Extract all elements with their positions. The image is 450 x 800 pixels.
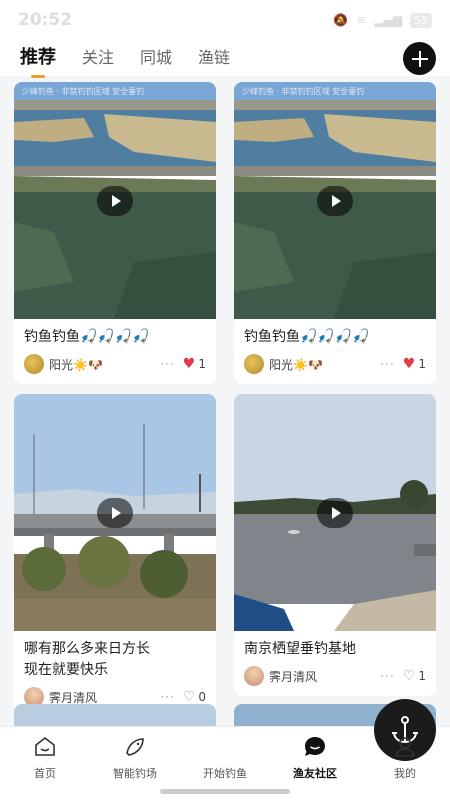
- post-feed[interactable]: 少峰钓鱼 · 非禁钓钓区域 安全垂钓 钓鱼钓鱼🎣🎣🎣🎣 阳光☀️🐶 ··· ♥ …: [0, 76, 450, 726]
- video-watermark: 少峰钓鱼 · 非禁钓钓区域 安全垂钓: [242, 87, 365, 96]
- tab-local[interactable]: 同城: [140, 44, 172, 72]
- nav-community[interactable]: 渔友社区: [270, 733, 360, 781]
- post-meta: 阳光☀️🐶 ··· ♥ 1: [14, 348, 216, 384]
- author-name[interactable]: 阳光☀️🐶: [49, 356, 103, 373]
- more-icon[interactable]: ···: [380, 669, 394, 683]
- post-card[interactable]: 南京栖望垂钓基地 霁月清风 ··· ♡ 1: [234, 394, 436, 696]
- video-watermark: 少峰钓鱼 · 非禁钓钓区域 安全垂钓: [22, 87, 145, 96]
- avatar[interactable]: [24, 354, 44, 374]
- chat-icon: [301, 733, 329, 761]
- heart-icon[interactable]: ♥: [403, 356, 416, 372]
- signal-icon: ▂▄▆: [374, 13, 402, 27]
- profile-icon: [391, 733, 419, 761]
- nav-community-label: 渔友社区: [293, 767, 337, 780]
- more-icon[interactable]: ···: [160, 357, 174, 371]
- post-title[interactable]: 钓鱼钓鱼🎣🎣🎣🎣: [14, 319, 216, 348]
- nav-start-fishing[interactable]: 开始钓鱼: [180, 699, 436, 781]
- post-card[interactable]: 少峰钓鱼 · 非禁钓钓区域 安全垂钓 钓鱼钓鱼🎣🎣🎣🎣 阳光☀️🐶 ··· ♥ …: [14, 82, 216, 384]
- post-meta: 霁月清风 ··· ♡ 1: [234, 660, 436, 696]
- tab-follow[interactable]: 关注: [82, 44, 114, 72]
- author-name[interactable]: 霁月清风: [49, 689, 97, 706]
- tab-recommend[interactable]: 推荐: [20, 44, 56, 72]
- wifi-icon: ≋: [356, 13, 367, 27]
- post-card[interactable]: 哪有那么多来日方长 现在就要快乐 霁月清风 ··· ♡ 0: [14, 394, 216, 717]
- avatar[interactable]: [244, 354, 264, 374]
- heart-icon[interactable]: ♥: [183, 356, 196, 372]
- more-icon[interactable]: ···: [380, 357, 394, 371]
- post-card[interactable]: 少峰钓鱼 · 非禁钓钓区域 安全垂钓 钓鱼钓鱼🎣🎣🎣🎣 阳光☀️🐶 ··· ♥ …: [234, 82, 436, 384]
- play-icon[interactable]: [317, 185, 353, 216]
- like-count: 1: [418, 669, 426, 683]
- post-meta: 阳光☀️🐶 ··· ♥ 1: [234, 348, 436, 384]
- more-icon[interactable]: ···: [160, 690, 174, 704]
- like-count: 0: [198, 690, 206, 704]
- post-card[interactable]: [14, 704, 216, 726]
- play-icon[interactable]: [317, 497, 353, 528]
- mute-icon: 🔕: [333, 13, 349, 27]
- nav-profile-label: 我的: [394, 767, 416, 780]
- top-tab-bar: 推荐 关注 同城 渔链: [0, 40, 450, 76]
- status-icons: 🔕 ≋ ▂▄▆ 55: [333, 12, 432, 28]
- post-title[interactable]: 钓鱼钓鱼🎣🎣🎣🎣: [234, 319, 436, 348]
- avatar[interactable]: [244, 666, 264, 686]
- nav-home[interactable]: 首页: [0, 733, 90, 781]
- tab-fishing-chain[interactable]: 渔链: [198, 44, 230, 72]
- nav-start-fishing-label: 开始钓鱼: [203, 767, 247, 780]
- battery-icon: 55: [410, 12, 432, 28]
- bottom-nav: 首页 智能钓场 开始钓鱼 渔友社区 我的: [0, 699, 450, 800]
- home-indicator[interactable]: [160, 789, 290, 794]
- nav-smart-spot[interactable]: 智能钓场: [90, 733, 180, 781]
- post-video-thumbnail[interactable]: [14, 394, 216, 631]
- add-post-button[interactable]: [403, 42, 436, 75]
- status-bar: 20:52 🔕 ≋ ▂▄▆ 55: [0, 0, 450, 40]
- nav-home-label: 首页: [34, 767, 56, 780]
- nav-smart-spot-label: 智能钓场: [113, 767, 157, 780]
- like-count: 1: [418, 357, 426, 371]
- post-video-thumbnail[interactable]: [234, 394, 436, 631]
- like-count: 1: [198, 357, 206, 371]
- fish-icon: [121, 733, 149, 761]
- post-video-thumbnail[interactable]: 少峰钓鱼 · 非禁钓钓区域 安全垂钓: [14, 82, 216, 319]
- play-icon[interactable]: [97, 185, 133, 216]
- status-time: 20:52: [18, 10, 73, 30]
- author-name[interactable]: 霁月清风: [269, 668, 317, 685]
- post-video-thumbnail[interactable]: [14, 704, 216, 726]
- heart-icon[interactable]: ♡: [183, 689, 196, 705]
- play-icon[interactable]: [97, 497, 133, 528]
- post-title[interactable]: 南京栖望垂钓基地: [234, 631, 436, 660]
- author-name[interactable]: 阳光☀️🐶: [269, 356, 323, 373]
- home-icon: [31, 733, 59, 761]
- heart-icon[interactable]: ♡: [403, 668, 416, 684]
- post-title[interactable]: 哪有那么多来日方长 现在就要快乐: [14, 631, 216, 681]
- post-video-thumbnail[interactable]: 少峰钓鱼 · 非禁钓钓区域 安全垂钓: [234, 82, 436, 319]
- nav-profile[interactable]: 我的: [360, 733, 450, 781]
